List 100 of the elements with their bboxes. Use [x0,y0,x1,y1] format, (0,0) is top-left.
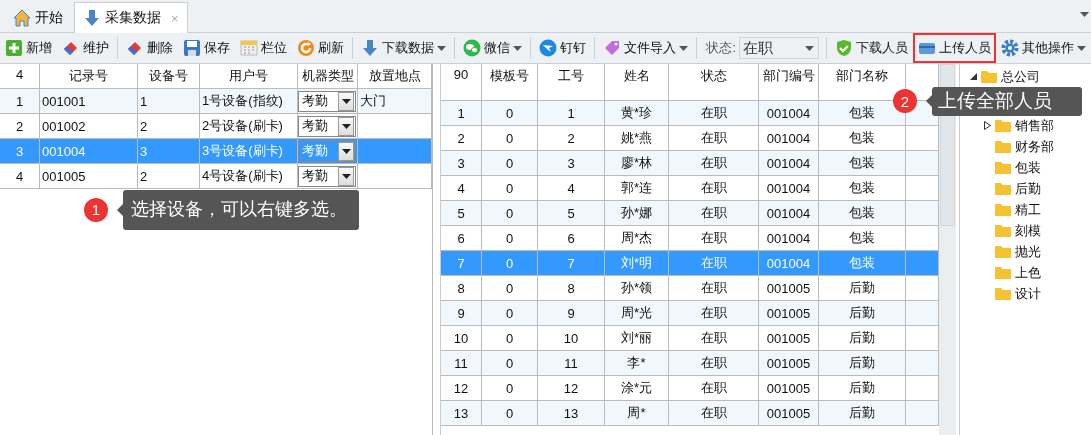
table-cell: 11 [538,351,605,376]
table-cell: 3 [538,151,605,176]
toolbar-button[interactable]: 微信 [458,33,527,63]
scrollbar[interactable] [939,64,956,435]
folder-icon [995,161,1011,174]
tree-item[interactable]: 精工 [1015,200,1041,219]
toolbar-button[interactable]: 新增 [0,33,57,63]
table-cell: 001005 [759,376,819,401]
toolbar-button[interactable]: 下载数据 [356,33,451,63]
toolbar-button[interactable]: 栏位 [235,33,292,63]
collapsed-triangle-icon[interactable] [984,121,991,130]
toolbar-button[interactable]: 上传人员 [913,33,996,63]
table-cell: 0 [482,326,538,351]
toolbar-button[interactable]: 刷新 [292,33,349,63]
house-icon [13,9,31,27]
expanded-triangle-icon[interactable] [970,73,977,80]
tree-item[interactable]: 财务部 [1015,137,1054,156]
tab[interactable]: 采集数据 × [74,2,188,33]
table-cell: 5 [538,201,605,226]
table-cell: 郭*连 [605,176,669,201]
tree-item[interactable]: 包装 [1015,158,1041,177]
table-cell: 在职 [669,301,759,326]
table-cell: 包装 [819,126,906,151]
machine-type-select[interactable]: 考勤 [298,90,356,112]
table-cell: 1 [441,101,482,126]
table-cell [906,401,939,426]
table-cell: 李* [605,351,669,376]
tree-item[interactable]: 设计 [1015,284,1041,303]
table-cell: 001002 [40,114,138,139]
callout-tooltip: 上传全部人员 [932,87,1082,116]
table-cell: 2 [138,164,200,189]
down-arrow-icon [361,39,379,57]
tree-item[interactable]: 总公司 [1001,67,1040,86]
table-cell: 1 [0,89,40,114]
table-cell: 8 [538,276,605,301]
table-cell: 6 [441,226,482,251]
eraser-icon [62,39,80,57]
table-cell: 后勤 [819,301,906,326]
table-cell: 7 [441,251,482,276]
table-cell: 3 [0,139,40,164]
table-cell: 001004 [759,101,819,126]
table-cell: 10 [538,326,605,351]
table-cell: 0 [482,151,538,176]
table-cell: 1 [138,89,200,114]
table-cell: 大门 [358,89,432,114]
tab[interactable]: 开始 [4,2,72,33]
table-cell [906,201,939,226]
down-arrow-icon [83,9,101,27]
shield-check-icon [835,39,853,57]
folder-icon [995,287,1011,300]
save-icon [183,39,201,57]
table-cell: 后勤 [819,401,906,426]
caret-icon[interactable] [1080,12,1089,17]
toolbar-button[interactable]: 下载人员 [830,33,913,63]
table-cell: 在职 [669,126,759,151]
table-cell: 在职 [669,326,759,351]
table-cell: 3 [138,139,200,164]
machine-type-select[interactable]: 考勤 [298,165,356,187]
table-cell: 8 [441,276,482,301]
table-cell: 7 [538,251,605,276]
table-cell: 001004 [759,151,819,176]
table-cell: 3号设备(刷卡) [200,139,298,164]
table-cell: 2号设备(刷卡) [200,114,298,139]
table-cell: 在职 [669,101,759,126]
toolbar-button[interactable]: 其他操作 [996,33,1091,63]
toolbar-button[interactable]: 维护 [57,33,114,63]
table-cell: 包装 [819,226,906,251]
caret-icon [437,45,446,51]
table-cell: 在职 [669,276,759,301]
table-cell: 4号设备(刷卡) [200,164,298,189]
table-cell: 1 [538,101,605,126]
table-cell [906,176,939,201]
status-select[interactable]: 在职 [739,37,819,59]
table-cell: 姚*燕 [605,126,669,151]
table-cell: 0 [482,301,538,326]
toolbar-button[interactable]: 钉钉 [534,33,591,63]
tree-item[interactable]: 刻模 [1015,221,1041,240]
table-cell: 周*杰 [605,226,669,251]
table-cell: 在职 [669,376,759,401]
tree-item[interactable]: 销售部 [1015,116,1054,135]
table-cell: 在职 [669,151,759,176]
tree-item[interactable]: 上色 [1015,263,1041,282]
table-cell [906,351,939,376]
eraser-icon [126,39,144,57]
table-cell [906,301,939,326]
tree-item[interactable]: 抛光 [1015,242,1041,261]
toolbar-button[interactable]: 文件导入 [598,33,693,63]
toolbar-button[interactable]: 保存 [178,33,235,63]
toolbar-button[interactable]: 删除 [121,33,178,63]
machine-type-select[interactable]: 考勤 [298,115,356,137]
table-cell [906,326,939,351]
caret-icon [513,45,522,51]
table-cell: 1号设备(指纹) [200,89,298,114]
folder-icon [995,245,1011,258]
table-cell: 001005 [40,164,138,189]
table-cell: 刘*丽 [605,326,669,351]
tree-item[interactable]: 后勤 [1015,179,1041,198]
table-cell: 0 [482,351,538,376]
table-cell: 0 [482,176,538,201]
table-cell: 2 [538,126,605,151]
